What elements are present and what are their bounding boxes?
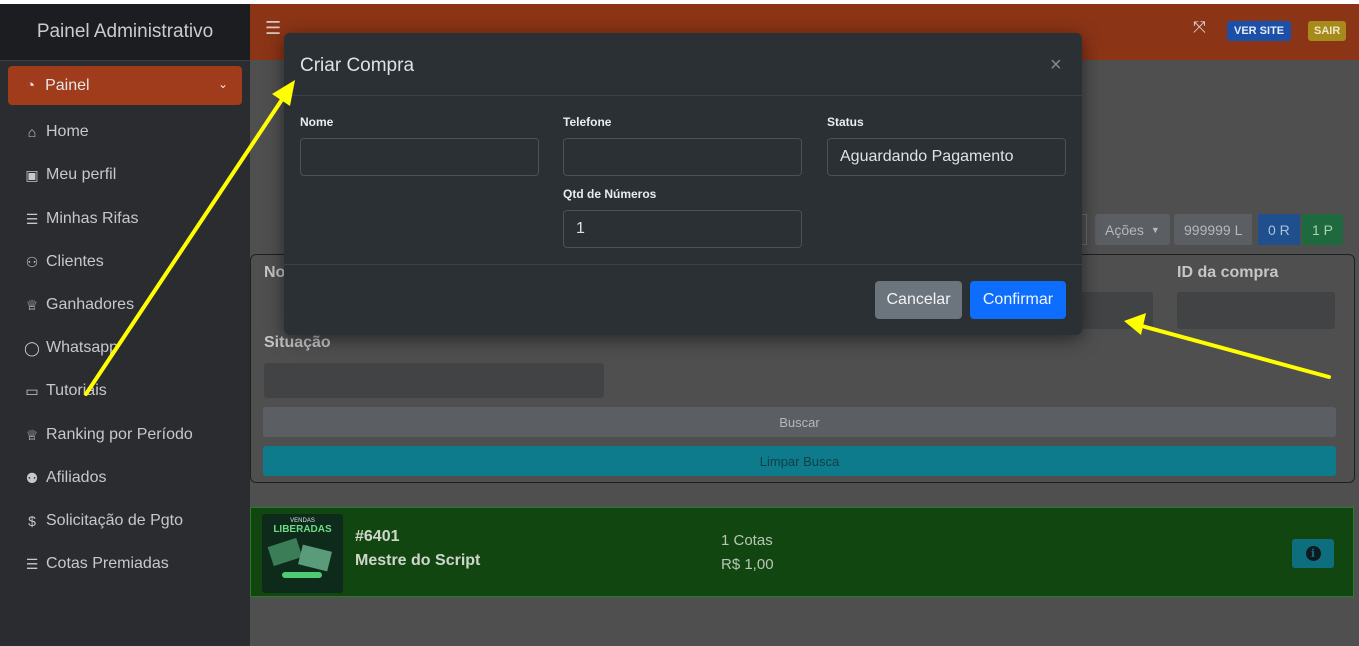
qtd-numeros-label: Qtd de Números bbox=[563, 187, 657, 201]
badge-r: 0 R bbox=[1258, 214, 1300, 245]
fullscreen-icon[interactable]: ⤧ bbox=[1193, 19, 1206, 37]
sidebar-item-clientes[interactable]: ⚇ Clientes bbox=[24, 253, 104, 271]
sidebar-item-label: Afiliados bbox=[46, 469, 107, 486]
info-icon: i bbox=[1305, 546, 1321, 561]
sidebar-item-label: Solicitação de Pgto bbox=[46, 512, 183, 529]
user-plus-icon: ⚉ bbox=[25, 469, 39, 486]
caret-down-icon: ▼ bbox=[1150, 224, 1160, 235]
ver-site-button[interactable]: VER SITE bbox=[1227, 21, 1292, 41]
trophy-icon: ♕ bbox=[25, 426, 39, 443]
acoes-label: Ações bbox=[1105, 221, 1144, 238]
acoes-dropdown[interactable]: Ações ▼ bbox=[1095, 214, 1170, 245]
situacao-select[interactable] bbox=[264, 363, 604, 398]
whatsapp-icon: ◯ bbox=[24, 339, 40, 356]
telefone-field-label: Telefone bbox=[563, 115, 612, 129]
nome-input[interactable] bbox=[300, 138, 539, 176]
users-icon: ⚇ bbox=[25, 253, 39, 270]
sidebar-item-afiliados[interactable]: ⚉ Afiliados bbox=[24, 469, 107, 487]
modal-title: Criar Compra bbox=[300, 55, 415, 76]
sidebar-item-tutoriais[interactable]: ▭ Tutoriais bbox=[24, 382, 107, 400]
modal-footer-divider bbox=[284, 264, 1082, 265]
sidebar-item-label: Clientes bbox=[46, 253, 104, 270]
list-box-icon: ☰ bbox=[25, 555, 39, 572]
sidebar-item-painel[interactable]: ◔ Painel ⌄ bbox=[8, 66, 242, 105]
brand-title: Painel Administrativo bbox=[0, 4, 250, 61]
sidebar-item-minhas-rifas[interactable]: ☰ Minhas Rifas bbox=[24, 210, 139, 228]
home-icon: ⌂ bbox=[27, 124, 37, 140]
sidebar-item-label: Ganhadores bbox=[46, 296, 135, 313]
sidebar-item-solicitacao-pgto[interactable]: $ Solicitação de Pgto bbox=[24, 512, 183, 530]
badge-l: 999999 L bbox=[1174, 214, 1253, 245]
criar-compra-modal: Criar Compra × Nome Telefone Status Agua… bbox=[284, 33, 1082, 335]
confirm-button[interactable]: Confirmar bbox=[970, 281, 1066, 319]
sidebar-item-label: Tutoriais bbox=[46, 382, 107, 399]
sair-button[interactable]: SAIR bbox=[1308, 21, 1347, 41]
modal-header: Criar Compra × bbox=[284, 33, 1082, 96]
id-badge-icon: ▣ bbox=[25, 166, 39, 183]
qtd-numeros-input[interactable]: 1 bbox=[563, 210, 802, 248]
video-camera-icon: ▭ bbox=[25, 382, 39, 399]
order-id: #6401 bbox=[355, 528, 400, 545]
sidebar-item-label: Cotas Premiadas bbox=[46, 555, 169, 572]
list-box-icon: ☰ bbox=[25, 210, 39, 227]
dashboard-gauge-icon: ◔ bbox=[26, 77, 36, 94]
raffle-thumbnail: VENDAS LIBERADAS bbox=[262, 514, 343, 593]
nome-field-label: Nome bbox=[300, 115, 334, 129]
cancel-button[interactable]: Cancelar bbox=[875, 281, 962, 319]
thumb-text-liberadas: LIBERADAS bbox=[273, 524, 332, 535]
sidebar-item-label: Minhas Rifas bbox=[46, 210, 139, 227]
sidebar-item-label: Whatsapp bbox=[46, 339, 119, 356]
price: R$ 1,00 bbox=[721, 556, 774, 573]
sidebar-item-home[interactable]: ⌂ Home bbox=[24, 123, 89, 141]
sidebar-item-cotas-premiadas[interactable]: ☰ Cotas Premiadas bbox=[24, 555, 169, 573]
status-field-label: Status bbox=[827, 115, 864, 129]
status-select[interactable]: Aguardando Pagamento bbox=[827, 138, 1066, 176]
dollar-icon: $ bbox=[28, 513, 36, 529]
trophy-icon: ♕ bbox=[25, 296, 39, 313]
limpar-busca-button[interactable]: Limpar Busca bbox=[263, 446, 1336, 476]
info-button[interactable]: i bbox=[1292, 539, 1334, 568]
cotas-count: 1 Cotas bbox=[721, 532, 773, 549]
badge-p: 1 P bbox=[1302, 214, 1344, 245]
chevron-down-icon: ⌄ bbox=[217, 77, 228, 91]
sidebar-item-whatsapp[interactable]: ◯ Whatsapp bbox=[24, 339, 118, 357]
close-icon[interactable]: × bbox=[1050, 55, 1062, 75]
sidebar-item-ganhadores[interactable]: ♕ Ganhadores bbox=[24, 296, 134, 314]
id-compra-input[interactable] bbox=[1177, 292, 1335, 329]
nome-label: No bbox=[264, 264, 286, 281]
buscar-button[interactable]: Buscar bbox=[263, 407, 1336, 437]
purchase-card: VENDAS LIBERADAS #6401 Mestre do Script … bbox=[250, 507, 1354, 597]
telefone-input[interactable] bbox=[563, 138, 802, 176]
situacao-label: Situação bbox=[264, 334, 331, 351]
sidebar-item-ranking[interactable]: ♕ Ranking por Período bbox=[24, 426, 193, 444]
sidebar-item-label: Painel bbox=[45, 76, 90, 94]
sidebar-item-meu-perfil[interactable]: ▣ Meu perfil bbox=[24, 166, 116, 184]
sidebar-item-label: Home bbox=[46, 123, 89, 140]
id-compra-label: ID da compra bbox=[1177, 264, 1279, 281]
hamburger-menu-icon[interactable]: ☰ bbox=[265, 18, 281, 39]
sidebar-item-label: Meu perfil bbox=[46, 166, 117, 183]
sidebar-item-label: Ranking por Período bbox=[46, 426, 193, 443]
customer-name: Mestre do Script bbox=[355, 552, 481, 569]
